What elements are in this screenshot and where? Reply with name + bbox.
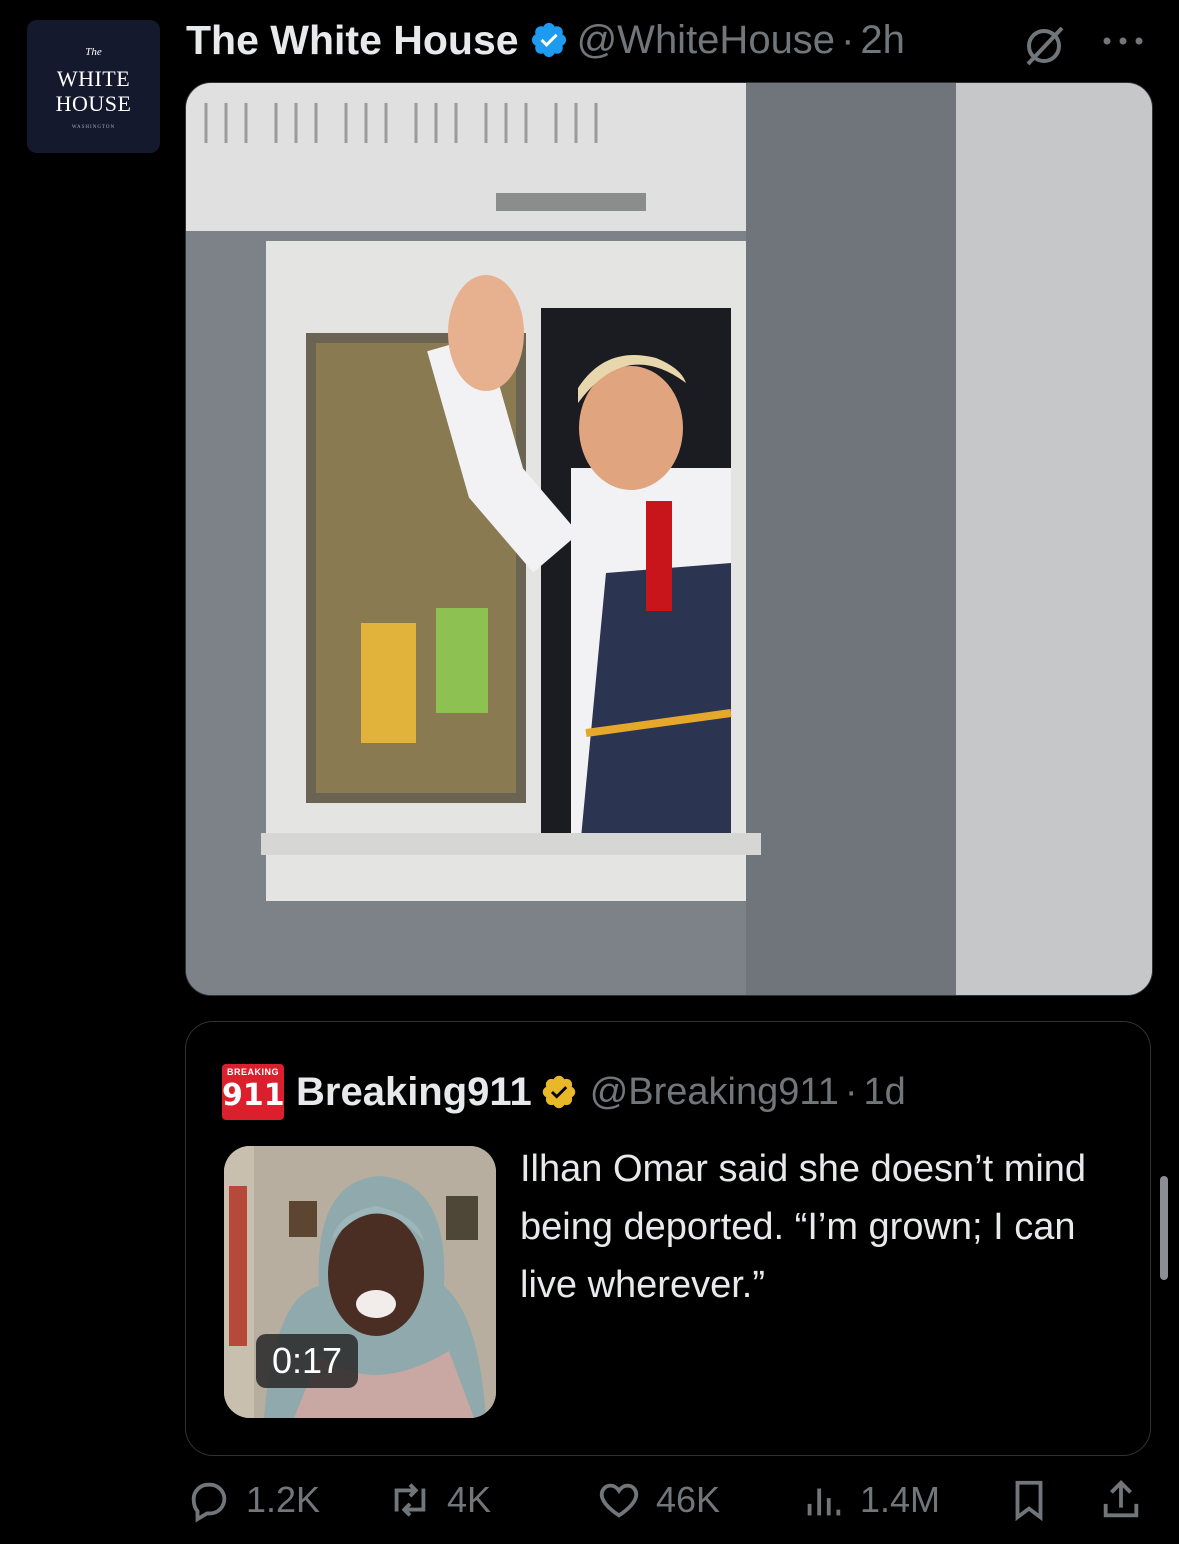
post-time[interactable]: 2h [860, 18, 905, 63]
grok-icon[interactable] [1020, 22, 1068, 70]
views-count: 1.4M [860, 1479, 941, 1520]
quoted-post[interactable]: BREAKING 911 Breaking911 @Breaking911 · … [185, 1021, 1151, 1456]
bookmark-icon [1015, 1480, 1043, 1522]
separator-dot: · [841, 17, 855, 62]
video-duration: 0:17 [256, 1334, 359, 1388]
avatar-text-white: WHITE [56, 66, 131, 91]
photo-illustration [186, 83, 1152, 995]
logo-text-911: 911 [222, 1078, 285, 1113]
post-photo[interactable] [185, 82, 1153, 996]
more-icon[interactable] [1098, 26, 1148, 56]
reply-icon [191, 1482, 227, 1523]
bookmark-button[interactable] [1006, 1480, 1052, 1522]
analytics-icon [807, 1488, 841, 1516]
author-name[interactable]: The White House [186, 17, 519, 64]
quoted-post-time[interactable]: 1d [864, 1071, 906, 1114]
quoted-author-handle[interactable]: @Breaking911 [590, 1071, 839, 1114]
like-button[interactable]: 46K [596, 1479, 721, 1520]
reply-button[interactable]: 1.2K [186, 1479, 321, 1523]
reply-count: 1.2K [246, 1479, 321, 1520]
share-button[interactable] [1098, 1480, 1144, 1520]
quoted-post-header: Breaking911 @Breaking911 · 1d [296, 1064, 906, 1120]
views-button[interactable]: 1.4M [800, 1479, 941, 1520]
logo-text-breaking: BREAKING [226, 1067, 279, 1077]
avatar-text-the: The [85, 46, 102, 58]
author-avatar[interactable]: The WHITE HOUSE WASHINGTON [27, 20, 160, 153]
quoted-post-text: Ilhan Omar said she doesn’t mind being d… [520, 1148, 1087, 1306]
avatar-text-white-house: WHITE HOUSE [27, 66, 160, 116]
quoted-author-name[interactable]: Breaking911 [296, 1070, 532, 1115]
verified-badge-icon [531, 22, 566, 58]
gold-verified-badge-icon [542, 1075, 575, 1109]
avatar-text-house: HOUSE [55, 91, 132, 116]
separator-dot: · [844, 1070, 858, 1113]
repost-button[interactable]: 4K [387, 1479, 492, 1520]
heart-icon [599, 1483, 639, 1518]
repost-count: 4K [447, 1479, 492, 1520]
avatar-text-washington: WASHINGTON [71, 125, 116, 130]
post-header: The White House @WhiteHouse · 2h [186, 14, 905, 66]
breaking911-avatar[interactable]: BREAKING 911 [222, 1064, 285, 1120]
scrollbar[interactable] [1160, 1176, 1168, 1280]
repost-icon [394, 1483, 426, 1517]
post-actions: 1.2K 4K 46K 1.4M [0, 1479, 1179, 1544]
like-count: 46K [656, 1479, 721, 1520]
author-handle[interactable]: @WhiteHouse [577, 18, 835, 63]
video-thumbnail[interactable]: 0:17 [224, 1146, 496, 1418]
share-icon [1103, 1480, 1139, 1518]
